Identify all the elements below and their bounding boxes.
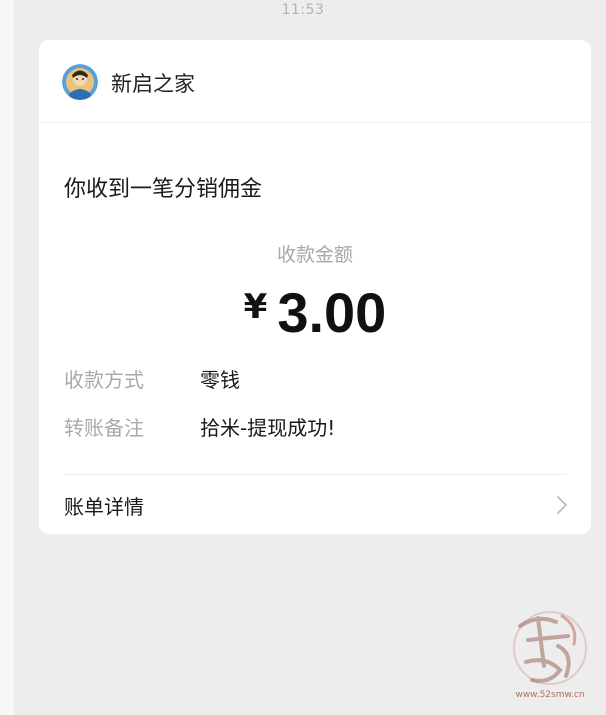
payment-notification-card[interactable]: 新启之家 你收到一笔分销佣金 收款金额 ¥3.00 收款方式 零钱 转账备注 拾米-… [39,40,591,534]
detail-label: 转账备注 [64,416,144,440]
card-header[interactable]: 新启之家 [39,40,591,123]
bill-details-link[interactable]: 账单详情 [39,475,591,534]
detail-row-payment-method: 收款方式 零钱 [64,364,240,393]
amount-value: 3.00 [277,281,387,344]
amount-display: ¥3.00 [39,280,591,345]
watermark-url: www.52smw.cn [515,690,585,700]
detail-value: 拾米-提现成功! [200,416,336,440]
left-edge-strip [0,0,14,715]
detail-value: 零钱 [200,368,240,392]
timestamp: 11:53 [281,2,325,18]
message-title: 你收到一笔分销佣金 [64,177,263,202]
currency-symbol: ¥ [243,287,268,327]
account-avatar[interactable] [62,64,98,100]
account-name: 新启之家 [111,72,195,96]
chevron-right-icon [557,496,567,514]
amount-label: 收款金额 [276,244,353,266]
avatar-icon [62,64,98,100]
detail-label: 收款方式 [64,368,144,392]
detail-row-transfer-note: 转账备注 拾米-提现成功! [64,412,335,441]
bill-details-label: 账单详情 [64,495,144,519]
